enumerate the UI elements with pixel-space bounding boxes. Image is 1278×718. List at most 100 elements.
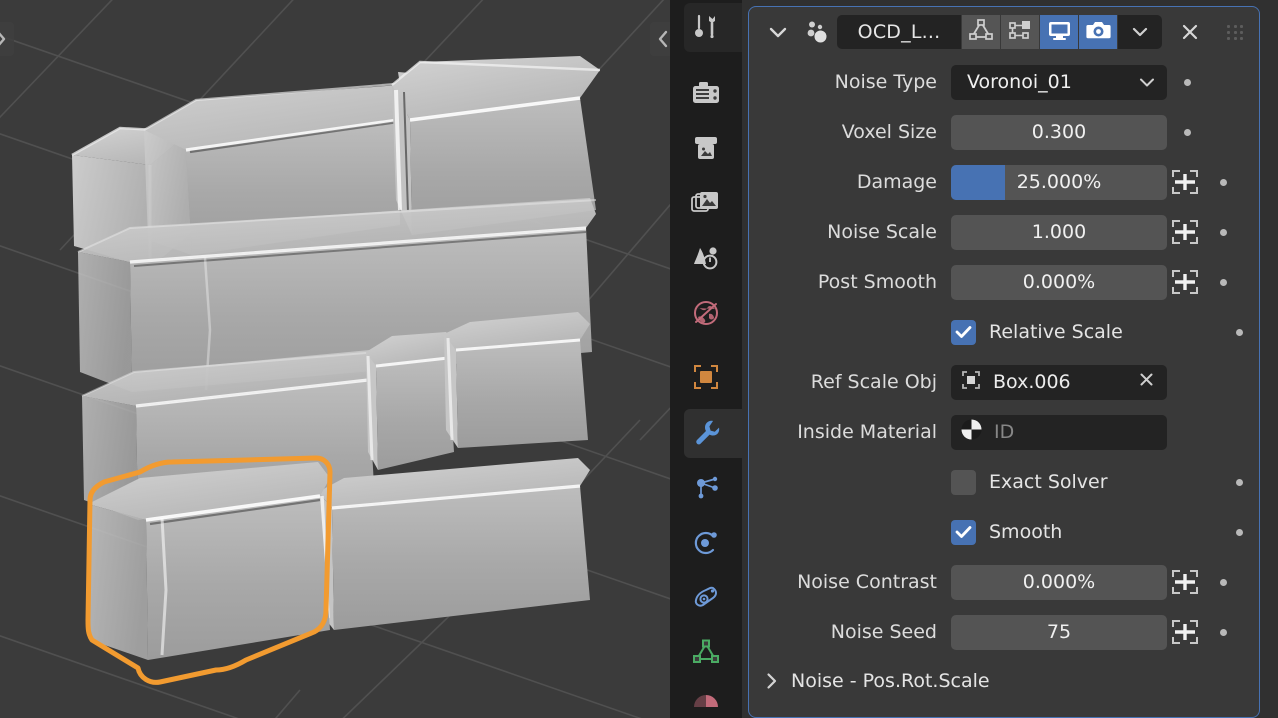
label-ref-scale-obj: Ref Scale Obj: [810, 371, 937, 393]
object-square-icon: [691, 362, 721, 396]
decorator-library-override-damage[interactable]: [1167, 165, 1203, 200]
decorator-animate-voxel-size[interactable]: [1167, 128, 1207, 136]
value-noise-scale: 1.000: [1031, 221, 1087, 243]
properties-tab-rail[interactable]: [670, 0, 742, 718]
drag-dots-icon[interactable]: [1227, 25, 1245, 41]
subpanel-label: Noise - Pos.Rot.Scale: [791, 670, 990, 692]
value-post-smooth: 0.000%: [1022, 271, 1096, 293]
chevron-right-icon: [765, 672, 791, 690]
blender-window: OCD_L... Noise Type Voronoi_01 Voxel Siz…: [0, 0, 1278, 718]
decorator-animate-noise-scale[interactable]: [1203, 228, 1243, 236]
value-noise-contrast: 0.000%: [1022, 571, 1096, 593]
label-inside-material: Inside Material: [797, 421, 937, 443]
particles-icon: [691, 472, 721, 506]
subpanel-noise-pos-rot-scale[interactable]: Noise - Pos.Rot.Scale: [749, 657, 1259, 705]
decorator-animate-noise-type[interactable]: [1167, 78, 1207, 86]
viewport-right-sidebar-toggle[interactable]: [650, 22, 670, 56]
label-relative-scale: Relative Scale: [989, 321, 1123, 343]
tab-world[interactable]: [670, 287, 742, 342]
tab-particles[interactable]: [670, 461, 742, 516]
decorator-animate-relative-scale[interactable]: [1219, 328, 1259, 336]
tab-material[interactable]: [670, 681, 742, 718]
camera-back-icon: [690, 79, 722, 111]
decorator-animate-noise-contrast[interactable]: [1203, 578, 1243, 586]
slider-damage[interactable]: 25.000%: [951, 164, 1167, 200]
toggle-render[interactable]: [1079, 15, 1117, 49]
material-sphere-icon: [691, 692, 721, 718]
tab-tool[interactable]: [670, 0, 742, 58]
toggle-on-cage[interactable]: [1001, 15, 1039, 49]
decorator-library-override-post-smooth[interactable]: [1167, 265, 1203, 300]
printer-icon: [691, 133, 721, 167]
row-smooth: Smooth: [749, 507, 1259, 557]
value-field-noise-seed[interactable]: 75: [951, 614, 1167, 650]
decorator-animate-post-smooth[interactable]: [1203, 278, 1243, 286]
decorator-library-override-noise-contrast[interactable]: [1167, 565, 1203, 600]
label-noise-contrast: Noise Contrast: [797, 571, 937, 593]
slider-fill-damage: [951, 164, 1005, 200]
world-globe-icon: [691, 298, 721, 332]
value-field-noise-contrast[interactable]: 0.000%: [951, 564, 1167, 600]
modifier-header: OCD_L...: [749, 7, 1259, 57]
decorator-animate-smooth[interactable]: [1219, 528, 1259, 536]
close-x-icon[interactable]: [1138, 371, 1155, 393]
label-damage: Damage: [856, 171, 937, 193]
physics-orbit-icon: [691, 527, 721, 561]
checkbox-relative-scale[interactable]: [951, 319, 976, 345]
fracture-cells-icon: [795, 15, 835, 49]
material-sphere-icon: [959, 417, 984, 447]
row-damage: Damage 25.000%: [749, 157, 1259, 207]
value-field-post-smooth[interactable]: 0.000%: [951, 264, 1167, 300]
label-noise-scale: Noise Scale: [827, 221, 937, 243]
label-smooth: Smooth: [989, 521, 1063, 543]
chevron-down-icon: [1131, 23, 1149, 42]
label-noise-seed: Noise Seed: [830, 621, 937, 643]
camera-icon: [1085, 19, 1111, 45]
decorator-library-override-noise-seed[interactable]: [1167, 615, 1203, 650]
object-select-icon: [959, 368, 983, 397]
brick-wall-mesh[interactable]: [0, 0, 670, 718]
decorator-animate-exact-solver[interactable]: [1219, 478, 1259, 486]
modifier-panel: OCD_L... Noise Type Voronoi_01 Voxel Siz…: [748, 6, 1260, 718]
tab-view-layer[interactable]: [670, 177, 742, 232]
modifier-name-value: OCD_L...: [857, 21, 941, 43]
3d-viewport[interactable]: [0, 0, 670, 718]
enum-noise-type[interactable]: Voronoi_01: [951, 64, 1167, 100]
wrench-icon: [691, 417, 721, 451]
modifier-extras-menu[interactable]: [1118, 15, 1162, 49]
modifier-name-field[interactable]: OCD_L...: [837, 15, 961, 49]
tool-icon: [691, 12, 721, 46]
viewport-left-sidebar-toggle[interactable]: [0, 22, 14, 56]
tab-render[interactable]: [670, 67, 742, 122]
row-post-smooth: Post Smooth 0.000%: [749, 257, 1259, 307]
tab-object[interactable]: [670, 351, 742, 406]
toggle-realtime[interactable]: [1040, 15, 1078, 49]
value-field-voxel-size[interactable]: 0.300: [951, 114, 1167, 150]
decorator-animate-noise-seed[interactable]: [1203, 628, 1243, 636]
value-field-noise-scale[interactable]: 1.000: [951, 214, 1167, 250]
tab-scene[interactable]: [670, 232, 742, 287]
close-x-icon[interactable]: [1170, 15, 1210, 49]
decorator-library-override-noise-scale[interactable]: [1167, 215, 1203, 250]
toggle-edit-mode[interactable]: [962, 15, 1000, 49]
checkbox-exact-solver[interactable]: [951, 469, 976, 495]
decorator-animate-damage[interactable]: [1203, 178, 1243, 186]
id-field-ref-scale-obj[interactable]: Box.006: [951, 364, 1167, 400]
id-field-inside-material[interactable]: ID: [951, 414, 1167, 450]
tab-physics[interactable]: [670, 516, 742, 571]
chevron-down-icon[interactable]: [761, 15, 795, 49]
tab-modifiers[interactable]: [670, 406, 742, 461]
images-icon: [690, 189, 722, 221]
row-ref-scale-obj: Ref Scale Obj Box.006: [749, 357, 1259, 407]
value-noise-type: Voronoi_01: [967, 71, 1072, 93]
tab-object-data[interactable]: [670, 626, 742, 681]
value-noise-seed: 75: [1046, 621, 1072, 643]
tab-constraints[interactable]: [670, 571, 742, 626]
tab-output[interactable]: [670, 122, 742, 177]
on-cage-icon: [1008, 19, 1032, 45]
selected-brick: [88, 462, 330, 660]
scene-cone-icon: [691, 243, 721, 277]
chevron-down-icon: [1139, 71, 1155, 93]
checkbox-smooth[interactable]: [951, 519, 976, 545]
row-inside-material: Inside Material ID: [749, 407, 1259, 457]
